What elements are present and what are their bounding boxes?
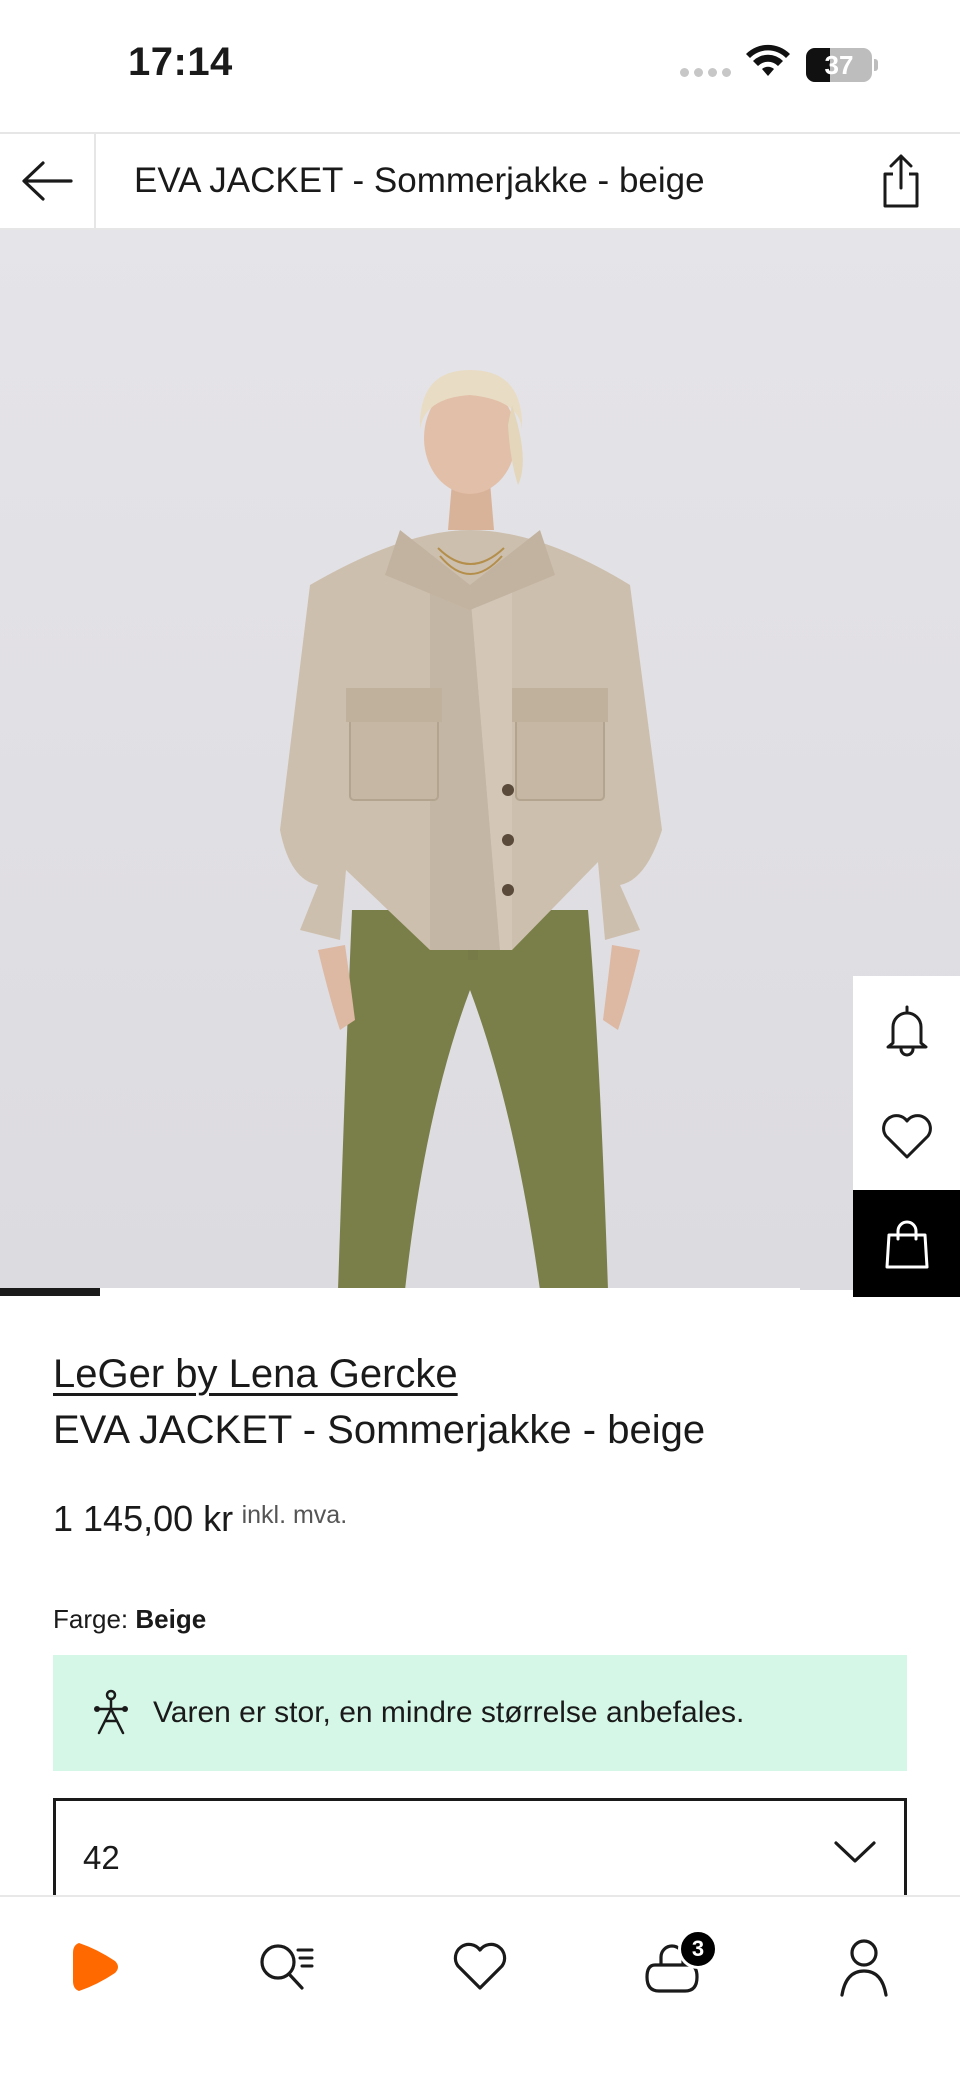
product-image[interactable] xyxy=(0,230,960,1290)
cellular-dots-icon xyxy=(680,68,731,77)
fit-mannequin-icon xyxy=(94,1689,128,1735)
gallery-progress-fill xyxy=(0,1288,100,1296)
zalando-logo-icon xyxy=(73,1943,118,1991)
cart-count-badge: 3 xyxy=(678,1929,718,1969)
status-time: 17:14 xyxy=(128,40,233,84)
nav-profile[interactable] xyxy=(816,1919,912,2015)
back-button[interactable] xyxy=(0,134,96,228)
size-advice-banner: Varen er stor, en mindre størrelse anbef… xyxy=(53,1655,907,1771)
page-title: EVA JACKET - Sommerjakke - beige xyxy=(134,161,705,200)
nav-wishlist[interactable] xyxy=(432,1919,528,2015)
share-icon xyxy=(883,154,919,208)
model-photo xyxy=(280,370,662,1290)
nav-home[interactable] xyxy=(48,1919,144,2015)
top-app-bar: EVA JACKET - Sommerjakke - beige xyxy=(0,132,960,230)
product-name: EVA JACKET - Sommerjakke - beige xyxy=(53,1408,706,1452)
price-row: 1 145,00 kr inkl. mva. xyxy=(53,1498,347,1540)
wifi-icon xyxy=(746,44,790,76)
color-row: Farge: Beige xyxy=(53,1604,206,1635)
bell-icon xyxy=(886,1005,927,1056)
heart-icon xyxy=(453,1942,507,1990)
battery-icon: 37 xyxy=(806,48,878,82)
color-value: Beige xyxy=(135,1604,207,1634)
heart-icon xyxy=(881,1113,932,1158)
chevron-down-icon xyxy=(834,1841,876,1863)
color-label: Farge: xyxy=(53,1604,129,1634)
size-advice-text: Varen er stor, en mindre størrelse anbef… xyxy=(153,1696,745,1729)
battery-percent: 37 xyxy=(824,50,854,80)
size-select[interactable]: 42 xyxy=(53,1798,907,1908)
gallery-progress-bar xyxy=(0,1288,800,1296)
search-list-icon xyxy=(260,1944,314,1990)
bottom-navigation: 3 xyxy=(0,1895,960,2081)
wishlist-button[interactable] xyxy=(853,1083,960,1190)
selected-size: 42 xyxy=(83,1839,120,1876)
bag-icon xyxy=(885,1220,928,1268)
price-tax-note: inkl. mva. xyxy=(241,1501,348,1529)
arrow-left-icon xyxy=(22,161,73,201)
product-side-actions xyxy=(853,976,960,1298)
share-button[interactable] xyxy=(868,148,934,214)
product-price: 1 145,00 kr xyxy=(53,1498,234,1539)
brand-link[interactable]: LeGer by Lena Gercke xyxy=(53,1352,458,1397)
notify-button[interactable] xyxy=(853,976,960,1083)
profile-icon xyxy=(840,1939,888,1997)
add-to-bag-button[interactable] xyxy=(853,1190,960,1297)
nav-search[interactable] xyxy=(238,1919,334,2015)
status-bar: 17:14 37 xyxy=(0,0,960,132)
nav-bag[interactable]: 3 xyxy=(624,1919,720,2015)
